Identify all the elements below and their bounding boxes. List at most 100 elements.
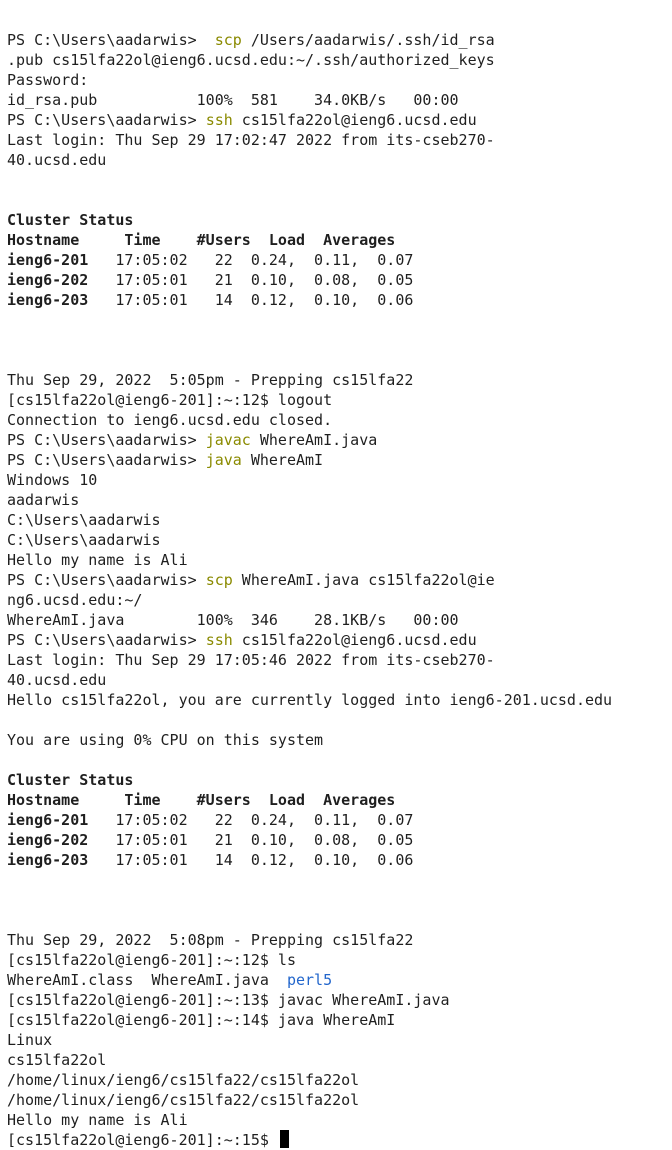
command-name: ssh [205, 631, 233, 649]
terminal-line: PS C:\Users\aadarwis> ssh cs15lfa22ol@ie… [7, 630, 667, 650]
terminal-text: [cs15lfa22ol@ieng6-201]:~:13$ javac Wher… [7, 991, 450, 1009]
terminal-line: ieng6-202 17:05:01 21 0.10, 0.08, 0.05 [7, 830, 667, 850]
terminal-line: Hello my name is Ali [7, 1110, 667, 1130]
terminal-line: id_rsa.pub 100% 581 34.0KB/s 00:00 [7, 90, 667, 110]
terminal-text: Linux [7, 1031, 53, 1049]
terminal-line: PS C:\Users\aadarwis> scp WhereAmI.java … [7, 570, 667, 590]
cluster-status-text: Cluster Status [7, 211, 134, 229]
terminal-text: PS C:\Users\aadarwis> [7, 571, 206, 589]
terminal-text: /home/linux/ieng6/cs15lfa22/cs15lfa22ol [7, 1091, 360, 1109]
terminal-line: aadarwis [7, 490, 667, 510]
terminal-text: 17:05:01 21 0.10, 0.08, 0.05 [88, 831, 414, 849]
terminal-line: Password: [7, 70, 667, 90]
cluster-status-text: Hostname Time #Users Load Averages [7, 231, 396, 249]
terminal-text: Windows 10 [7, 471, 98, 489]
cluster-status-text: ieng6-202 [7, 271, 89, 289]
terminal-text: [cs15lfa22ol@ieng6-201]:~:15$ [7, 1131, 278, 1149]
terminal-text: /Users/aadarwis/.ssh/id_rsa [241, 31, 495, 49]
terminal-text: PS C:\Users\aadarwis> [7, 31, 215, 49]
terminal-text: C:\Users\aadarwis [7, 511, 161, 529]
terminal-output[interactable]: PS C:\Users\aadarwis> scp /Users/aadarwi… [7, 30, 667, 1150]
terminal-text: 17:05:01 14 0.12, 0.10, 0.06 [88, 291, 414, 309]
terminal-line: Cluster Status [7, 210, 667, 230]
command-name: scp [205, 571, 233, 589]
cluster-status-text: Hostname Time #Users Load Averages [7, 791, 396, 809]
command-name: ssh [205, 111, 233, 129]
terminal-line: Linux [7, 1030, 667, 1050]
directory-entry: perl5 [286, 971, 333, 989]
command-name: java [205, 451, 242, 469]
terminal-line: Last login: Thu Sep 29 17:02:47 2022 fro… [7, 130, 667, 150]
terminal-text: Last login: Thu Sep 29 17:05:46 2022 fro… [7, 651, 495, 669]
terminal-line: Hostname Time #Users Load Averages [7, 790, 667, 810]
cluster-status-text: ieng6-203 [7, 291, 89, 309]
terminal-line: cs15lfa22ol [7, 1050, 667, 1070]
terminal-text: id_rsa.pub 100% 581 34.0KB/s 00:00 [7, 91, 459, 109]
terminal-line: Last login: Thu Sep 29 17:05:46 2022 fro… [7, 650, 667, 670]
terminal-text: 17:05:02 22 0.24, 0.11, 0.07 [88, 811, 414, 829]
terminal-text: You are using 0% CPU on this system [7, 731, 324, 749]
terminal-text: Connection to ieng6.ucsd.edu closed. [7, 411, 333, 429]
terminal-text: WhereAmI.java cs15lfa22ol@ie [232, 571, 495, 589]
terminal-text: [cs15lfa22ol@ieng6-201]:~:12$ logout [7, 391, 333, 409]
terminal-text: Hello my name is Ali [7, 1111, 188, 1129]
terminal-line: [cs15lfa22ol@ieng6-201]:~:13$ javac Wher… [7, 990, 667, 1010]
terminal-line: PS C:\Users\aadarwis> scp /Users/aadarwi… [7, 30, 667, 50]
terminal-line: You are using 0% CPU on this system [7, 730, 667, 750]
terminal-text: Hello cs15lfa22ol, you are currently log… [7, 691, 613, 709]
terminal-line: PS C:\Users\aadarwis> ssh cs15lfa22ol@ie… [7, 110, 667, 130]
cluster-status-text: ieng6-201 [7, 811, 89, 829]
terminal-line: ieng6-201 17:05:02 22 0.24, 0.11, 0.07 [7, 250, 667, 270]
terminal-line: C:\Users\aadarwis [7, 510, 667, 530]
text-cursor [279, 1130, 289, 1148]
terminal-line: ieng6-202 17:05:01 21 0.10, 0.08, 0.05 [7, 270, 667, 290]
terminal-text: WhereAmI.class WhereAmI.java [7, 971, 287, 989]
terminal-text: Thu Sep 29, 2022 5:05pm - Prepping cs15l… [7, 371, 414, 389]
terminal-text: cs15lfa22ol@ieng6.ucsd.edu [232, 631, 477, 649]
terminal-line: Hello my name is Ali [7, 550, 667, 570]
cluster-status-text: ieng6-202 [7, 831, 89, 849]
terminal-line: ieng6-201 17:05:02 22 0.24, 0.11, 0.07 [7, 810, 667, 830]
terminal-text: [cs15lfa22ol@ieng6-201]:~:12$ ls [7, 951, 296, 969]
terminal-text: 40.ucsd.edu [7, 151, 107, 169]
terminal-text: Thu Sep 29, 2022 5:08pm - Prepping cs15l… [7, 931, 414, 949]
terminal-line: Connection to ieng6.ucsd.edu closed. [7, 410, 667, 430]
terminal-line: /home/linux/ieng6/cs15lfa22/cs15lfa22ol [7, 1070, 667, 1090]
terminal-text: Password: [7, 71, 89, 89]
terminal-line: Cluster Status [7, 770, 667, 790]
terminal-text: PS C:\Users\aadarwis> [7, 631, 206, 649]
terminal-line: [cs15lfa22ol@ieng6-201]:~:15$ [7, 1130, 667, 1150]
terminal-line: [cs15lfa22ol@ieng6-201]:~:12$ ls [7, 950, 667, 970]
terminal-text: [cs15lfa22ol@ieng6-201]:~:14$ java Where… [7, 1011, 396, 1029]
terminal-text: 40.ucsd.edu [7, 671, 107, 689]
terminal-text: PS C:\Users\aadarwis> [7, 111, 206, 129]
terminal-line: 40.ucsd.edu [7, 150, 667, 170]
terminal-text: WhereAmI.java 100% 346 28.1KB/s 00:00 [7, 611, 459, 629]
terminal-line: Hello cs15lfa22ol, you are currently log… [7, 690, 667, 710]
terminal-text: aadarwis [7, 491, 80, 509]
terminal-line: ieng6-203 17:05:01 14 0.12, 0.10, 0.06 [7, 850, 667, 870]
terminal-line: .pub cs15lfa22ol@ieng6.ucsd.edu:~/.ssh/a… [7, 50, 667, 70]
command-name: javac [205, 431, 251, 449]
cluster-status-text: ieng6-203 [7, 851, 89, 869]
terminal-line: ng6.ucsd.edu:~/ [7, 590, 667, 610]
terminal-text: cs15lfa22ol@ieng6.ucsd.edu [232, 111, 477, 129]
terminal-line: WhereAmI.class WhereAmI.java perl5 [7, 970, 667, 990]
terminal-line: Thu Sep 29, 2022 5:08pm - Prepping cs15l… [7, 930, 667, 950]
terminal-text: PS C:\Users\aadarwis> [7, 431, 206, 449]
terminal-text: WhereAmI.java [250, 431, 378, 449]
terminal-line: Hostname Time #Users Load Averages [7, 230, 667, 250]
terminal-line: PS C:\Users\aadarwis> java WhereAmI [7, 450, 667, 470]
terminal-line: /home/linux/ieng6/cs15lfa22/cs15lfa22ol [7, 1090, 667, 1110]
cluster-status-text: Cluster Status [7, 771, 134, 789]
terminal-line: ieng6-203 17:05:01 14 0.12, 0.10, 0.06 [7, 290, 667, 310]
